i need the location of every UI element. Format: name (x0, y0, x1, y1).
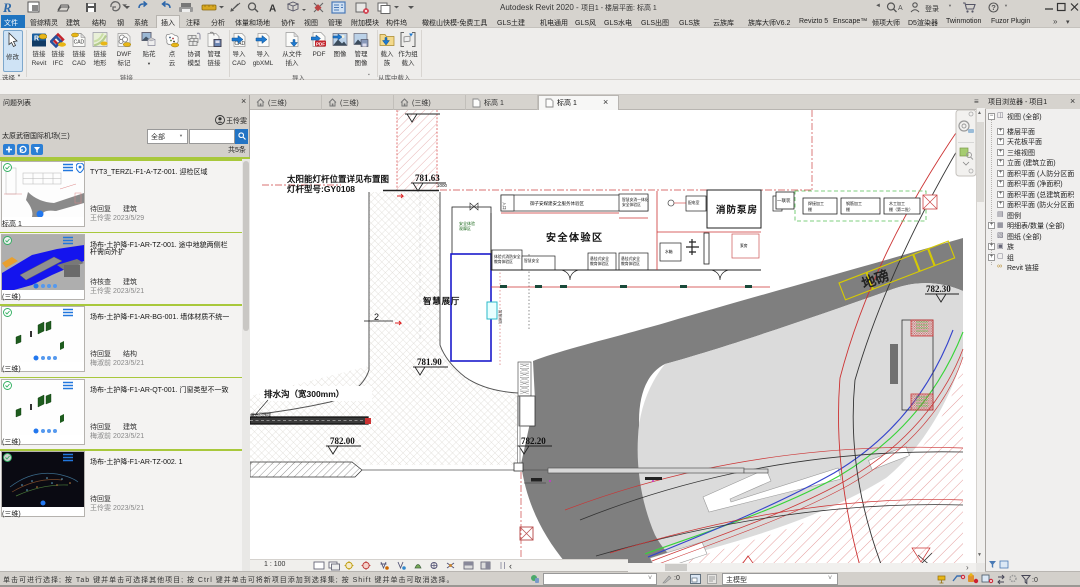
svg-text::0: :0 (1032, 577, 1038, 584)
svg-text:?: ? (991, 3, 996, 12)
svg-text:2: 2 (374, 312, 379, 322)
svg-text:一联装: 一联装 (777, 197, 791, 204)
svg-text:智慧展厅: 智慧展厅 (422, 296, 460, 306)
svg-text:教育体验区: 教育体验区 (590, 261, 609, 266)
svg-text:782.30: 782.30 (926, 284, 951, 294)
svg-text:观摩区: 观摩区 (459, 225, 471, 231)
svg-text:御子安媒建安全服务体验区: 御子安媒建安全服务体验区 (530, 200, 584, 207)
svg-text:‹: ‹ (509, 561, 512, 571)
svg-text:智慧安消一体化: 智慧安消一体化 (622, 197, 649, 202)
svg-text:781.90: 781.90 (417, 357, 442, 367)
svg-text:泵房: 泵房 (740, 243, 748, 248)
svg-text:1000: 1000 (437, 183, 448, 188)
svg-text:棚（第二批）: 棚（第二批） (889, 206, 913, 212)
svg-text:悬挂式安全: 悬挂式安全 (621, 256, 640, 261)
svg-text:教育体验区: 教育体验区 (621, 261, 640, 266)
svg-text:配电室: 配电室 (688, 200, 700, 205)
svg-text:782.20: 782.20 (521, 436, 546, 446)
svg-text:A: A (269, 4, 276, 15)
svg-text:消防泵房: 消防泵房 (716, 204, 758, 216)
svg-text:智慧消防: 智慧消防 (498, 310, 503, 324)
svg-text:智慧安全: 智慧安全 (524, 258, 539, 263)
svg-text:教育体验区: 教育体验区 (494, 259, 513, 264)
svg-text:安全体验区: 安全体验区 (622, 202, 641, 207)
svg-text:安全体验区: 安全体验区 (546, 231, 604, 244)
svg-text:781.63: 781.63 (415, 173, 440, 183)
svg-text:钢筋加工: 钢筋加工 (846, 200, 862, 206)
svg-text:CAD: CAD (74, 40, 85, 46)
svg-text:A: A (898, 5, 903, 12)
svg-text:灯杆型号:GY0108: 灯杆型号:GY0108 (287, 184, 355, 194)
svg-text:入口: 入口 (502, 202, 507, 210)
svg-text:木工加工: 木工加工 (889, 200, 905, 206)
svg-text:悬挂式安全: 悬挂式安全 (590, 256, 609, 261)
svg-text:太阳能灯杆位置详见布置图: 太阳能灯杆位置详见布置图 (286, 174, 389, 184)
svg-text:PDF: PDF (316, 42, 325, 47)
svg-text:废水可预埋: 废水可预埋 (251, 411, 271, 417)
svg-text:排水沟（宽300mm）: 排水沟（宽300mm） (264, 389, 344, 399)
svg-text:棚: 棚 (808, 206, 812, 212)
svg-text:水箱: 水箱 (665, 249, 673, 254)
svg-text:R: R (34, 36, 39, 43)
svg-text:782.00: 782.00 (330, 436, 355, 446)
svg-text:焊接加工: 焊接加工 (808, 200, 824, 206)
svg-text:体验式消防安全: 体验式消防安全 (494, 254, 521, 259)
svg-text:棚: 棚 (846, 206, 850, 212)
